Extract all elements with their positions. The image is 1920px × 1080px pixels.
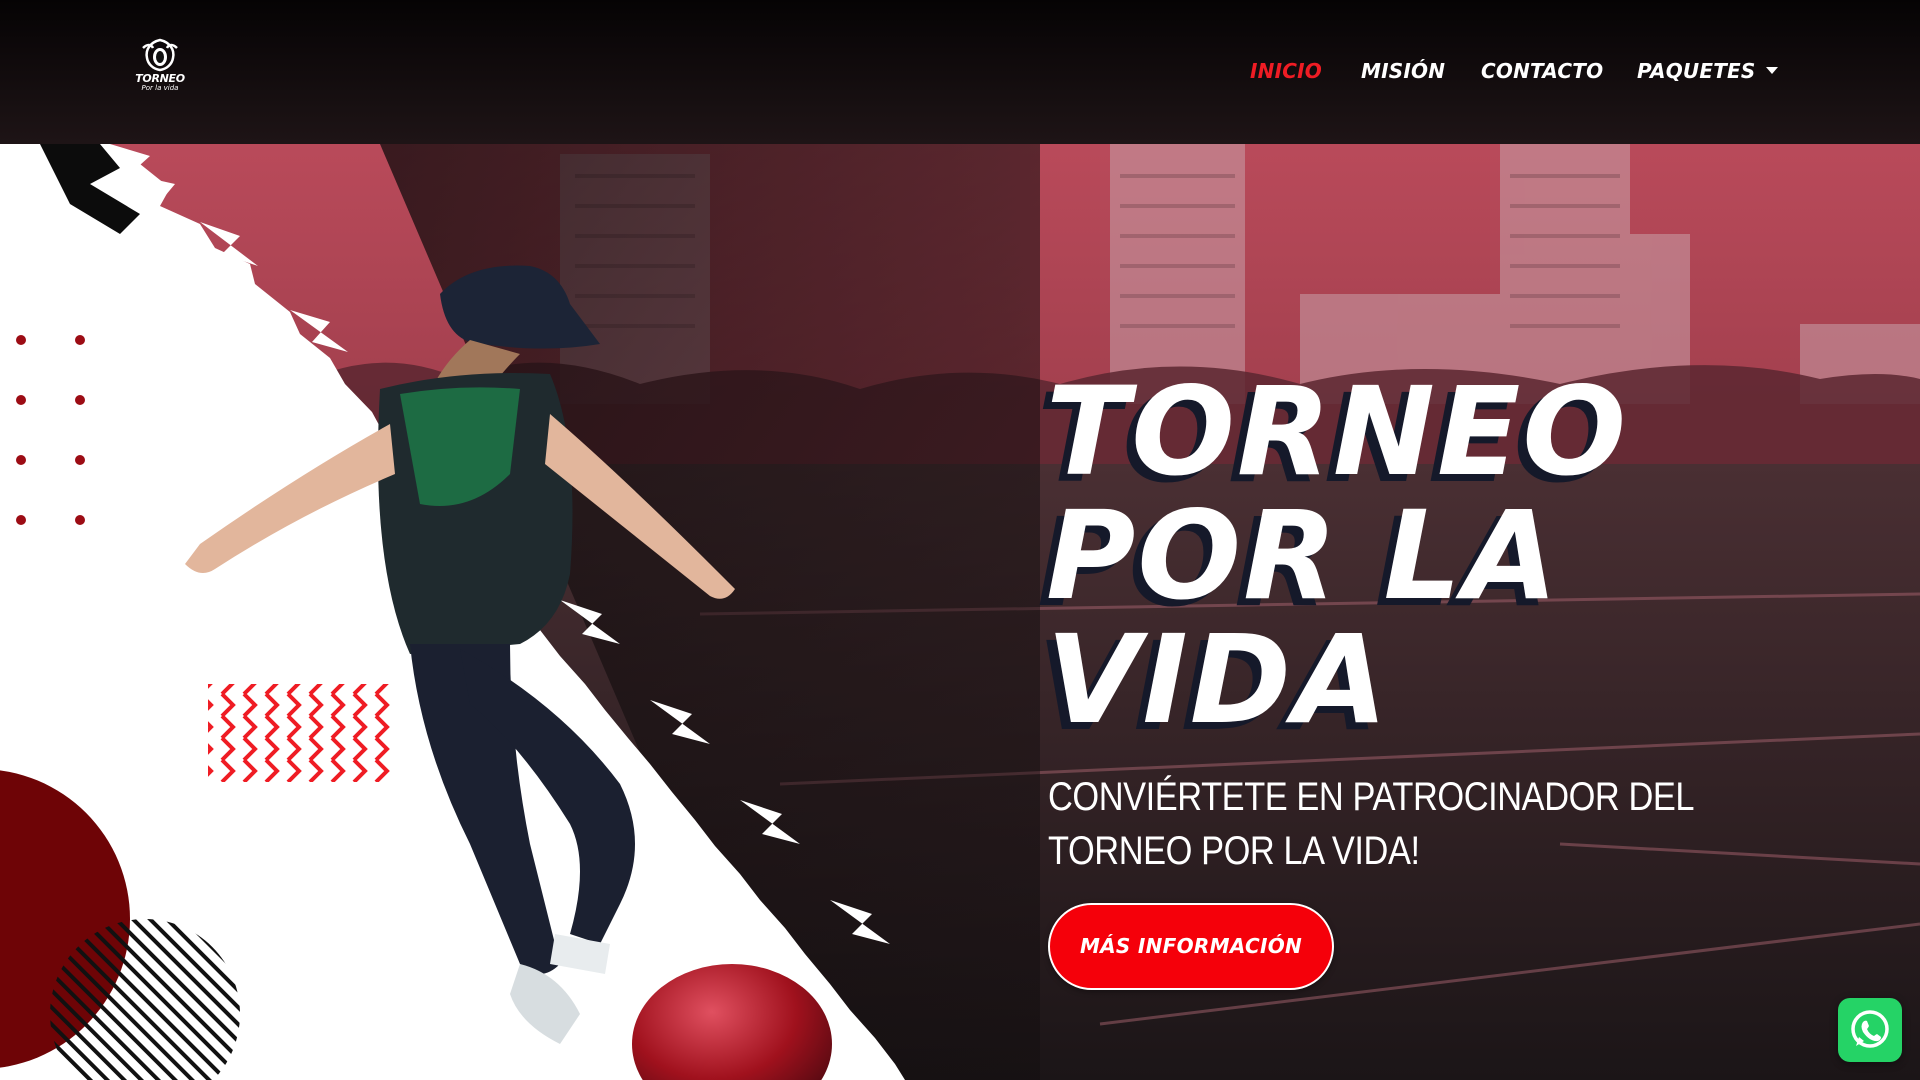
main-nav: INICIO MISIÓN CONTACTO PAQUETES [0, 56, 1920, 86]
nav-item-paquetes-label: PAQUETES [1637, 59, 1756, 83]
site-header: TORNEO Por la vida INICIO MISIÓN CONTACT… [0, 0, 1920, 144]
mas-informacion-button[interactable]: MÁS INFORMACIÓN [1048, 903, 1334, 990]
hero-title-line-1: TORNEO [1046, 361, 1629, 503]
nav-item-mision[interactable]: MISIÓN [1361, 56, 1445, 86]
hero-subtitle: CONVIÉRTETE EN PATROCINADOR DEL TORNEO P… [1048, 775, 1693, 873]
chevron-down-icon [1765, 67, 1778, 74]
nav-item-inicio[interactable]: INICIO [1250, 56, 1322, 86]
whatsapp-button[interactable] [1838, 998, 1902, 1062]
whatsapp-icon [1851, 1010, 1889, 1048]
hero-title: TORNEO POR LA VIDA [1046, 370, 1746, 742]
nav-item-contacto[interactable]: CONTACTO [1481, 56, 1603, 86]
hero-section: TORNEO POR LA VIDA CONVIÉRTETE EN PATROC… [0, 144, 1920, 1080]
hero-title-line-3: VIDA [1046, 609, 1390, 751]
chevron-pattern-block [208, 684, 395, 782]
hero-title-line-2: POR LA [1046, 485, 1560, 627]
nav-item-paquetes[interactable]: PAQUETES [1637, 56, 1778, 86]
